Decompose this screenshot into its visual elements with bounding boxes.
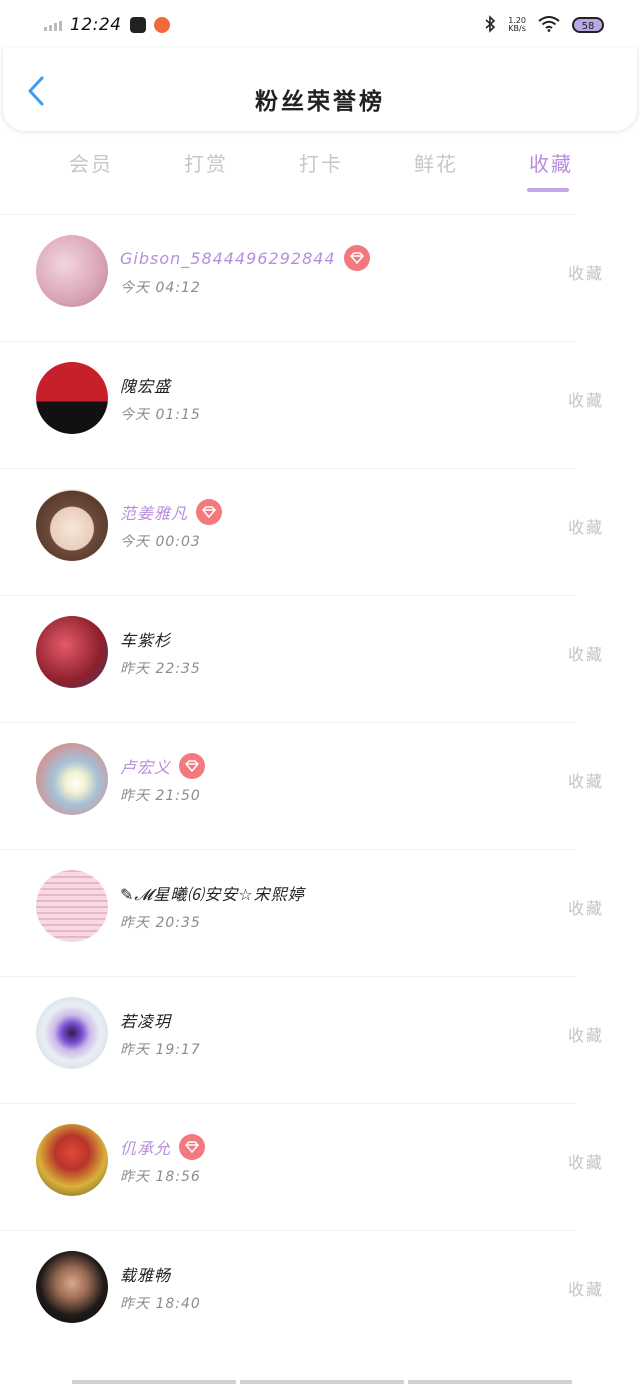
favorite-label: 收藏 (567, 1280, 604, 1299)
list-item[interactable]: 范姜雅凡 今天 00:03 收藏 (0, 468, 602, 595)
fan-name: 隗宏盛 (120, 377, 172, 396)
tab-bar: 会员 打赏 打卡 鲜花 收藏 (36, 148, 606, 198)
list-item[interactable]: Gibson_5844496292844 今天 04:12 收藏 (0, 214, 602, 341)
app-notification-icon (153, 17, 170, 33)
avatar (36, 743, 108, 815)
list-item[interactable]: 载雅畅 昨天 18:40 收藏 (0, 1230, 602, 1357)
avatar (36, 362, 108, 434)
avatar (36, 1124, 108, 1196)
fan-name: 载雅畅 (120, 1266, 172, 1285)
fan-list: Gibson_5844496292844 今天 04:12 收藏 隗宏盛 今天 … (0, 214, 640, 1357)
list-item[interactable]: 隗宏盛 今天 01:15 收藏 (0, 341, 602, 468)
bottom-indicator (72, 1380, 572, 1384)
fan-name: 车紫杉 (120, 631, 172, 650)
battery-icon: 58 (572, 17, 604, 33)
app-header: 粉丝荣誉榜 (2, 48, 638, 132)
list-item[interactable]: 仉承允 昨天 18:56 收藏 (0, 1103, 602, 1230)
fan-time: 昨天 18:40 (120, 1296, 201, 1312)
fan-time: 今天 04:12 (120, 280, 201, 296)
avatar (36, 235, 108, 307)
fan-name: 仉承允 (120, 1139, 172, 1158)
avatar (36, 1251, 108, 1323)
active-tab-indicator (527, 188, 569, 192)
signal-icon (44, 19, 62, 31)
wifi-icon (538, 15, 560, 35)
diamond-icon (196, 499, 223, 525)
fan-time: 昨天 18:56 (120, 1169, 201, 1185)
list-item[interactable]: 若凌玥 昨天 19:17 收藏 (0, 976, 602, 1103)
tab-checkin[interactable]: 打卡 (266, 148, 376, 198)
fan-time: 昨天 22:35 (120, 661, 201, 677)
status-bar: 12:24 1.20 KB/s 58 (0, 0, 640, 50)
tab-reward[interactable]: 打赏 (151, 148, 261, 198)
fan-name: Gibson_5844496292844 (120, 248, 336, 268)
avatar (36, 489, 108, 561)
fan-time: 今天 01:15 (120, 407, 201, 423)
status-time: 12:24 (70, 15, 122, 35)
list-item[interactable]: 车紫杉 昨天 22:35 收藏 (0, 595, 602, 722)
avatar (36, 870, 108, 942)
fan-name: 范姜雅凡 (120, 504, 189, 523)
fan-name: ✎𝓜星曦⑹安安☆宋熙婷 (120, 885, 305, 904)
diamond-icon (179, 753, 206, 779)
favorite-label: 收藏 (567, 518, 604, 537)
favorite-label: 收藏 (567, 264, 604, 283)
fan-name: 卢宏义 (120, 758, 172, 777)
favorite-label: 收藏 (567, 645, 604, 664)
favorite-label: 收藏 (567, 1026, 604, 1045)
list-item[interactable]: 卢宏义 昨天 21:50 收藏 (0, 722, 602, 849)
favorite-label: 收藏 (567, 391, 604, 410)
favorite-label: 收藏 (567, 899, 604, 918)
diamond-icon (179, 1134, 206, 1160)
tab-flowers[interactable]: 鲜花 (381, 148, 491, 198)
avatar (36, 616, 108, 688)
tab-member[interactable]: 会员 (36, 148, 146, 198)
list-item[interactable]: ✎𝓜星曦⑹安安☆宋熙婷 昨天 20:35 收藏 (0, 849, 602, 976)
dice-icon (129, 17, 146, 33)
diamond-icon (343, 245, 370, 271)
net-speed: 1.20 KB/s (508, 16, 526, 33)
page-title: 粉丝荣誉榜 (255, 88, 385, 115)
fan-name: 若凌玥 (120, 1012, 172, 1031)
fan-time: 昨天 20:35 (120, 915, 201, 931)
avatar (36, 997, 108, 1069)
bluetooth-icon (484, 14, 496, 36)
fan-time: 昨天 21:50 (120, 788, 201, 804)
fan-time: 今天 00:03 (120, 534, 201, 550)
fan-time: 昨天 19:17 (120, 1042, 201, 1058)
favorite-label: 收藏 (567, 772, 604, 791)
favorite-label: 收藏 (567, 1153, 604, 1172)
